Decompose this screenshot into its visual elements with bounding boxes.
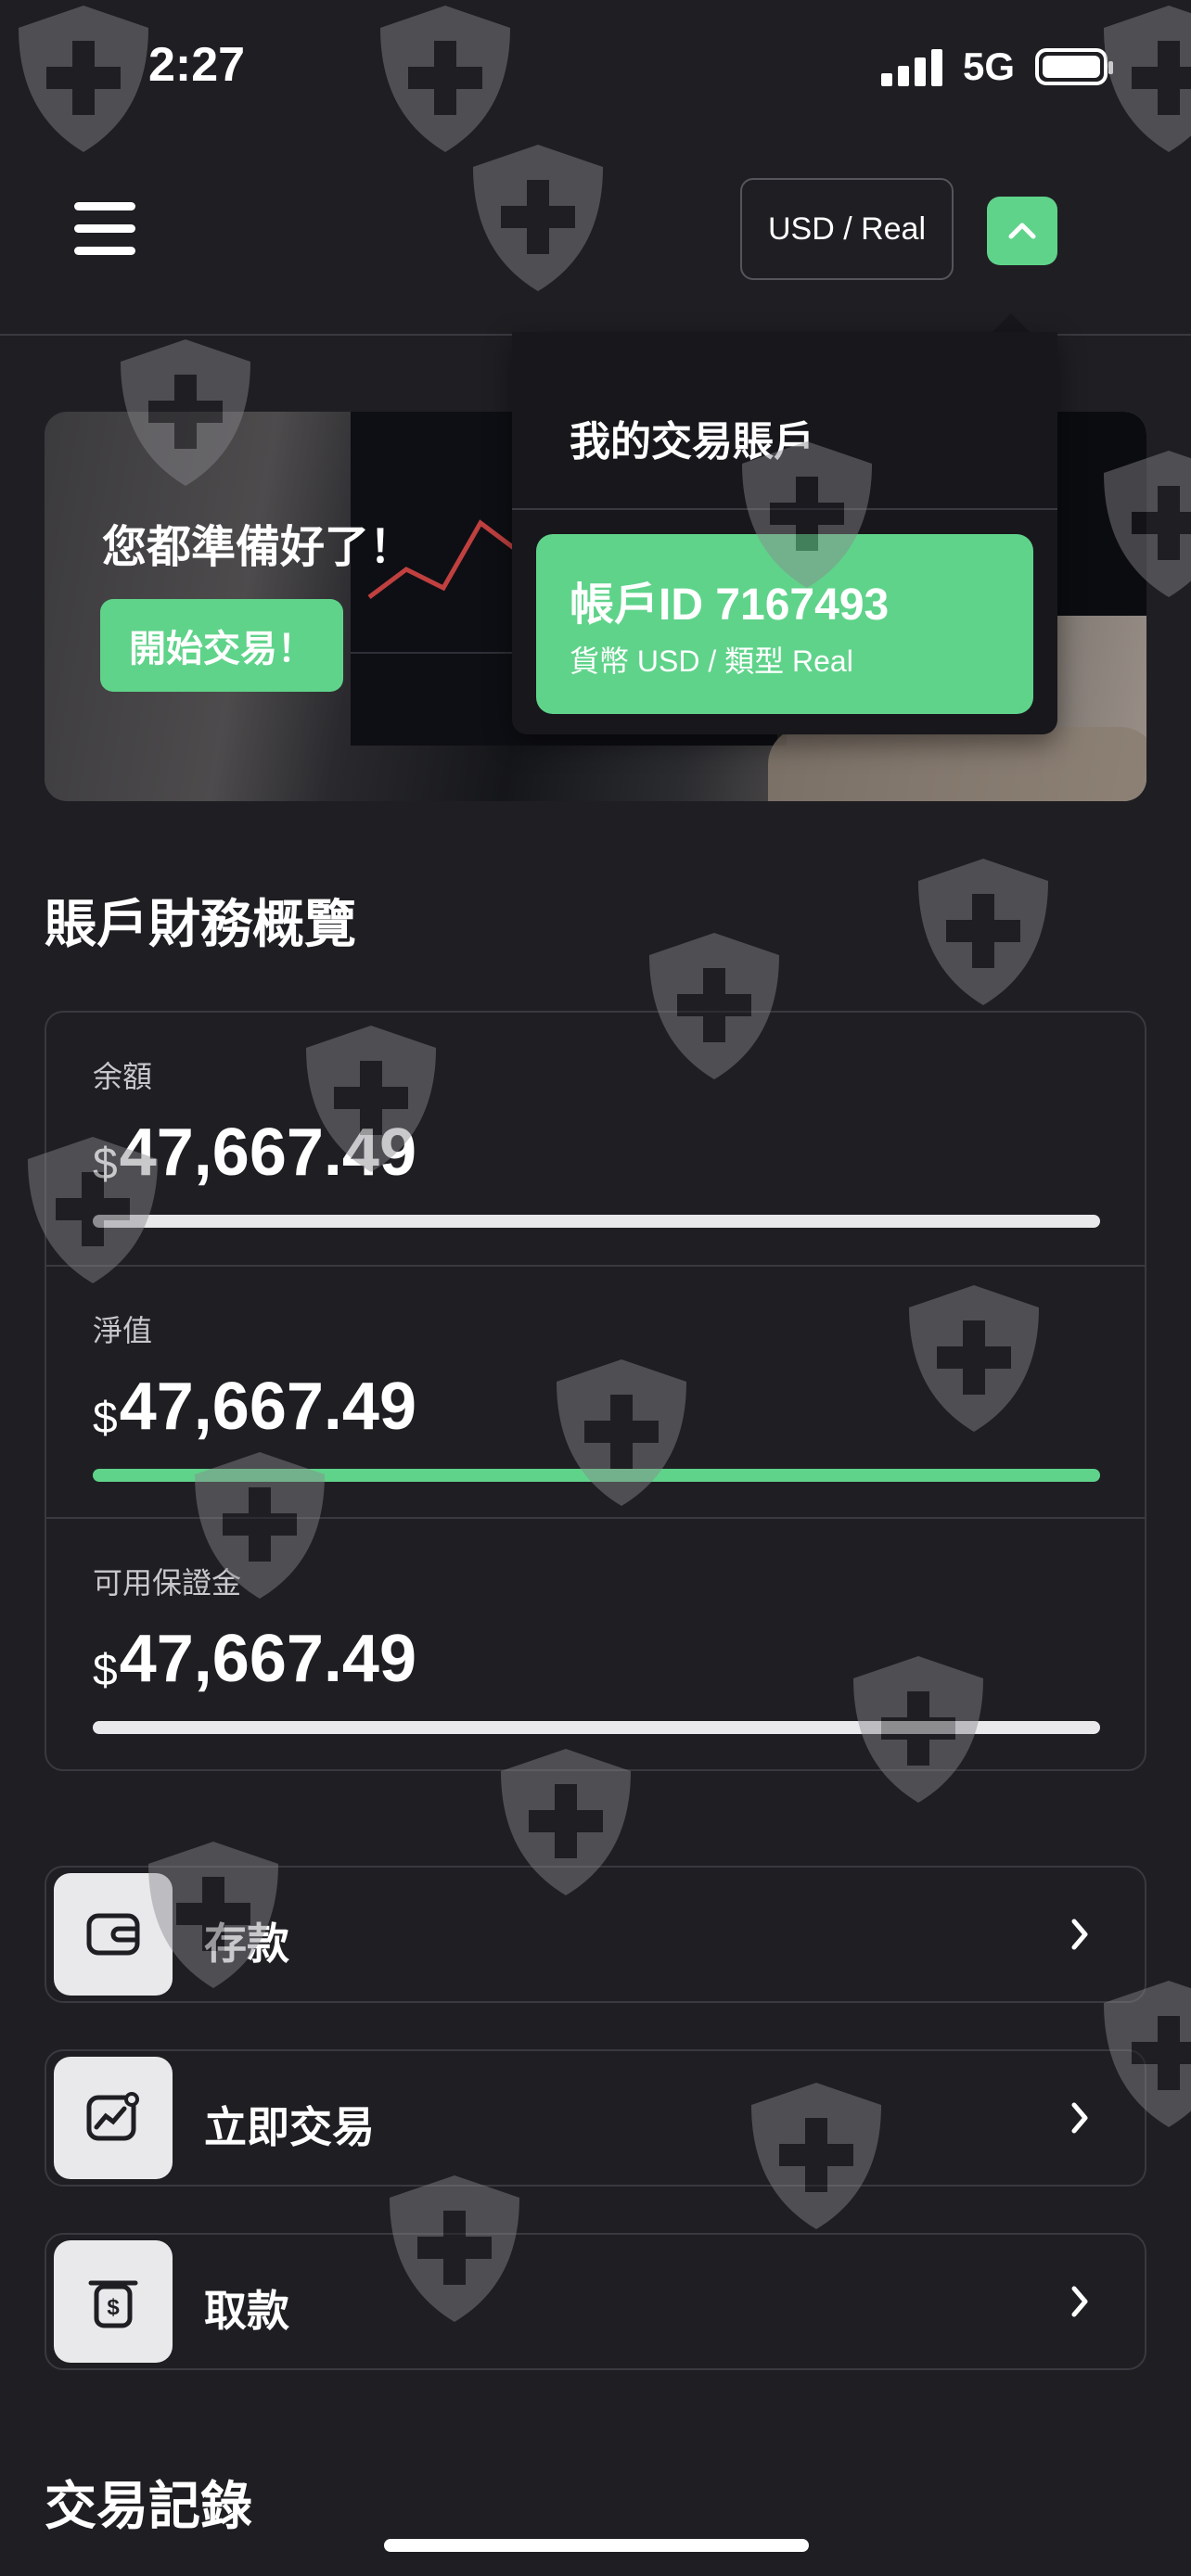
dropdown-caret (991, 313, 1031, 334)
free-margin-row: 可用保證金 $47,667.49 (46, 1517, 1145, 1771)
withdraw-icon: $ (54, 2240, 173, 2363)
menu-button[interactable] (74, 202, 137, 256)
account-id: 帳戶ID 7167493 (570, 580, 890, 630)
balance-row: 余額 $47,667.49 (46, 1013, 1145, 1265)
history-title: 交易記錄 (45, 2477, 252, 2535)
balance-amount: $47,667.49 (93, 1116, 417, 1190)
balance-bar (93, 1215, 1100, 1228)
battery-icon (1035, 48, 1113, 85)
chart-icon (54, 2057, 173, 2179)
status-time: 2:27 (148, 38, 246, 92)
account-details: 貨幣 USD / 類型 Real (570, 644, 853, 678)
account-option[interactable]: 帳戶ID 7167493 貨幣 USD / 類型 Real (536, 534, 1033, 714)
deposit-label: 存款 (204, 1919, 289, 1968)
start-trading-button[interactable]: 開始交易！ (100, 599, 343, 692)
watermark-shield-icon (1095, 0, 1191, 158)
chevron-up-icon (1008, 223, 1036, 239)
chevron-right-icon (1071, 2102, 1088, 2134)
dropdown-title: 我的交易賬戶 (570, 419, 814, 465)
equity-amount: $47,667.49 (93, 1370, 417, 1444)
banner-hand-image (768, 727, 1146, 801)
equity-row: 淨值 $47,667.49 (46, 1265, 1145, 1519)
equity-label: 淨值 (93, 1314, 153, 1347)
free-margin-amount: $47,667.49 (93, 1622, 417, 1696)
svg-text:$: $ (107, 2295, 120, 2320)
dropdown-toggle-button[interactable] (987, 197, 1057, 265)
trade-now-button[interactable]: 立即交易 (45, 2049, 1146, 2187)
free-margin-label: 可用保證金 (93, 1566, 242, 1600)
chevron-right-icon (1071, 1919, 1088, 1950)
balance-label: 余額 (93, 1060, 153, 1093)
overview-title: 賬戶財務概覽 (45, 895, 356, 953)
banner-title: 您都準備好了！ (102, 523, 415, 572)
deposit-button[interactable]: 存款 (45, 1866, 1146, 2003)
equity-bar (93, 1469, 1100, 1482)
dropdown-divider (512, 508, 1057, 510)
banner-monitor2-image (1046, 412, 1146, 616)
home-indicator (384, 2539, 809, 2552)
status-indicators: 5G (880, 45, 1113, 89)
watermark-shield-icon (909, 853, 1057, 1011)
network-label: 5G (962, 45, 1015, 88)
overview-card: 余額 $47,667.49 淨值 $47,667.49 可用保證金 $47,66… (45, 1011, 1146, 1771)
app-header: USD / Real (0, 167, 1191, 336)
watermark-shield-icon (371, 0, 519, 158)
account-dropdown: 我的交易賬戶 帳戶ID 7167493 貨幣 USD / 類型 Real (512, 332, 1057, 734)
account-selector[interactable]: USD / Real (740, 178, 954, 280)
withdraw-button[interactable]: $ 取款 (45, 2233, 1146, 2370)
withdraw-label: 取款 (204, 2287, 289, 2335)
trade-now-label: 立即交易 (204, 2103, 375, 2151)
wallet-icon (54, 1873, 173, 1996)
chevron-right-icon (1071, 2286, 1088, 2317)
free-margin-bar (93, 1721, 1100, 1734)
watermark-shield-icon (9, 0, 158, 158)
signal-icon (880, 47, 942, 86)
